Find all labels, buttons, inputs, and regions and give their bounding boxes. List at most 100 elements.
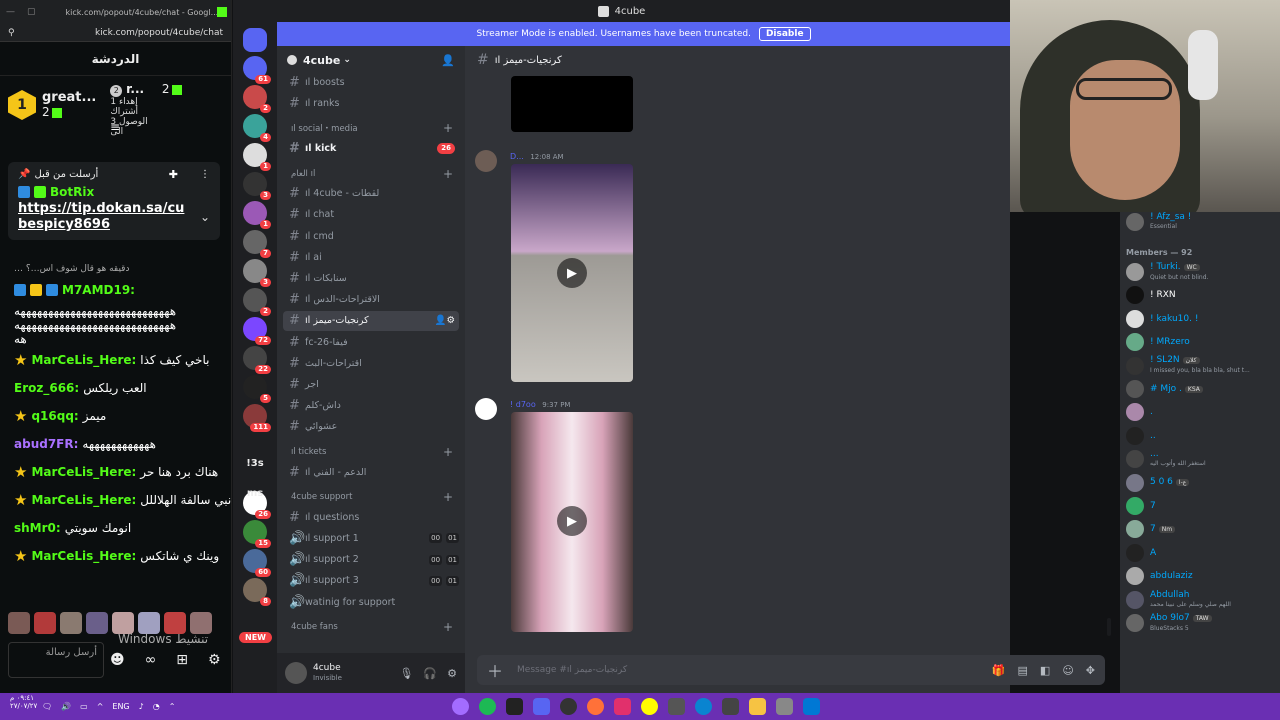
message-author[interactable]: D... (510, 152, 524, 161)
server-icon[interactable]: 72 (243, 317, 271, 345)
gear-icon[interactable]: ⚙ (447, 667, 457, 680)
gift-icon[interactable]: ⊞ (176, 652, 188, 668)
message-input[interactable]: Message #ıl كرنجيات-ميمز (517, 665, 627, 675)
emoji-icon[interactable]: ☺ (1062, 664, 1073, 677)
volume-icon[interactable]: 🔊 (61, 702, 71, 711)
channel-category[interactable]: 4cube support + (283, 489, 459, 505)
pinned-user[interactable]: BotRix (50, 185, 94, 199)
headphones-icon[interactable]: 🎧 (423, 667, 437, 680)
emote-icon[interactable] (138, 612, 160, 634)
voice-channel[interactable]: 🔊 watinig for support (283, 592, 459, 612)
chat-username[interactable]: MarCeLis_Here: (31, 548, 136, 564)
member-item[interactable]: .. (1126, 426, 1276, 446)
collapse-icon[interactable]: ≡ (110, 120, 120, 134)
app-icon[interactable] (776, 698, 793, 715)
member-item[interactable]: 7 (1126, 496, 1276, 516)
emoji-icon[interactable]: ☻ (110, 652, 125, 668)
chat-username[interactable]: MarCeLis_Here: (31, 464, 136, 480)
maximize-icon[interactable]: ▢ (27, 7, 36, 17)
windows-start-icon[interactable] (803, 698, 820, 715)
edge-icon[interactable] (695, 698, 712, 715)
text-channel[interactable]: # اجر (283, 374, 459, 394)
microphone-icon[interactable]: 🎙 (399, 667, 413, 680)
app-icon[interactable] (668, 698, 685, 715)
member-item[interactable]: ... استغفر الله وأتوب اليه (1126, 449, 1276, 469)
member-item[interactable]: ! MRzero (1126, 332, 1276, 352)
text-channel[interactable]: # داش-كلم (283, 396, 459, 416)
chat-username[interactable]: q16qq: (31, 408, 78, 424)
server-icon[interactable]: 3 (243, 259, 271, 287)
voice-channel[interactable]: 🔊 ıl support 1 00 01 (283, 528, 459, 548)
clock[interactable]: ٠٩:٤١ م ٢٧/٠٧/٢٧ (10, 694, 37, 710)
snapchat-icon[interactable] (641, 698, 658, 715)
member-item[interactable]: . (1126, 402, 1276, 422)
chat-username[interactable]: shMr0: (14, 520, 61, 536)
scrollbar[interactable] (1107, 618, 1111, 636)
disable-button[interactable]: Disable (758, 27, 811, 41)
gif-icon[interactable]: ▤ (1018, 664, 1028, 677)
server-icon[interactable]: 3 (243, 172, 271, 200)
avatar[interactable] (285, 662, 307, 684)
unpin-icon[interactable]: ✚ (169, 168, 178, 181)
browser-app-icon[interactable] (452, 698, 469, 715)
voice-channel[interactable]: 🔊 ıl support 3 00 01 (283, 571, 459, 591)
channel-category[interactable]: العام ıl + (283, 166, 459, 182)
text-channel[interactable]: # ıl chat (283, 205, 459, 225)
emote-icon[interactable] (112, 612, 134, 634)
monitor-icon[interactable]: ▭ (80, 702, 88, 711)
server-icon[interactable]: 5 (243, 375, 271, 403)
chevron-down-icon[interactable]: ⌄ (200, 210, 210, 224)
spotify-icon[interactable] (479, 698, 496, 715)
server-text-icon[interactable]: !3s (239, 458, 271, 469)
chevron-up-icon[interactable]: ⌃ (169, 702, 176, 711)
add-channel-icon[interactable]: + (443, 620, 453, 634)
video-attachment[interactable]: ▶ (511, 412, 633, 632)
emote-icon[interactable] (190, 612, 212, 634)
chat-input[interactable]: أرسل رسالة (8, 642, 104, 678)
attach-plus-icon[interactable]: ＋ (487, 658, 503, 682)
member-item[interactable]: # Mjo . KSA (1126, 379, 1276, 399)
server-icon[interactable]: 8 (243, 578, 271, 606)
server-icon[interactable]: 60 (243, 549, 271, 577)
server-icon[interactable]: 7 (243, 230, 271, 258)
language-indicator[interactable]: ENG (112, 702, 129, 711)
settings-icon[interactable]: ⚙ (208, 652, 221, 668)
server-icon[interactable]: 22 (243, 346, 271, 374)
window-controls[interactable]: — ▢ (6, 7, 36, 17)
server-icon[interactable]: 1 (243, 201, 271, 229)
address-text[interactable]: kick.com/popout/4cube/chat (95, 28, 223, 38)
new-badge[interactable]: NEW (239, 632, 272, 643)
play-icon[interactable]: ▶ (557, 258, 587, 288)
text-channel[interactable]: # ıl الدعم - الفني (283, 462, 459, 482)
text-channel[interactable]: # ıl boosts (283, 72, 459, 92)
invite-people-icon[interactable]: 👤 (441, 54, 455, 67)
member-item[interactable]: Abdullah اللهم صلي وسلم على نبينا محمد (1126, 590, 1276, 610)
sticker-icon[interactable]: ◧ (1040, 664, 1050, 677)
text-channel[interactable]: # fc-26-فيفا (283, 332, 459, 352)
channel-category[interactable]: ıl tickets + (283, 444, 459, 460)
file-explorer-icon[interactable] (749, 698, 766, 715)
emote-icon[interactable] (164, 612, 186, 634)
text-channel[interactable]: # ıl الاقتراحات-الدس (283, 290, 459, 310)
add-channel-icon[interactable]: + (443, 121, 453, 135)
minimize-icon[interactable]: — (6, 7, 15, 17)
chevron-up-icon[interactable]: ^ (97, 702, 104, 711)
text-channel[interactable]: # عشوائي (283, 417, 459, 437)
add-channel-icon[interactable]: + (443, 167, 453, 181)
play-icon[interactable]: ▶ (557, 506, 587, 536)
server-text-icon[interactable]: ms (239, 488, 271, 499)
clapper-icon[interactable] (722, 698, 739, 715)
channel-category[interactable]: ıl social・media + (283, 120, 459, 136)
microphone-icon[interactable]: ♪ (139, 702, 144, 711)
text-channel[interactable]: # ıl questions (283, 507, 459, 527)
notification-icon[interactable]: 🗨 (42, 702, 52, 711)
member-item[interactable]: Abo 9lo7 TAW BlueStacks 5 (1126, 613, 1276, 633)
emote-icon[interactable] (34, 612, 56, 634)
obs-icon[interactable] (560, 698, 577, 715)
server-icon[interactable]: 4 (243, 114, 271, 142)
member-item[interactable]: A (1126, 543, 1276, 563)
text-channel[interactable]: # اقتراحات-البث (283, 353, 459, 373)
channel-category[interactable]: 4cube fans + (283, 619, 459, 635)
apps-icon[interactable]: ✥ (1086, 664, 1095, 677)
chat-username[interactable]: Eroz_666: (14, 380, 79, 396)
